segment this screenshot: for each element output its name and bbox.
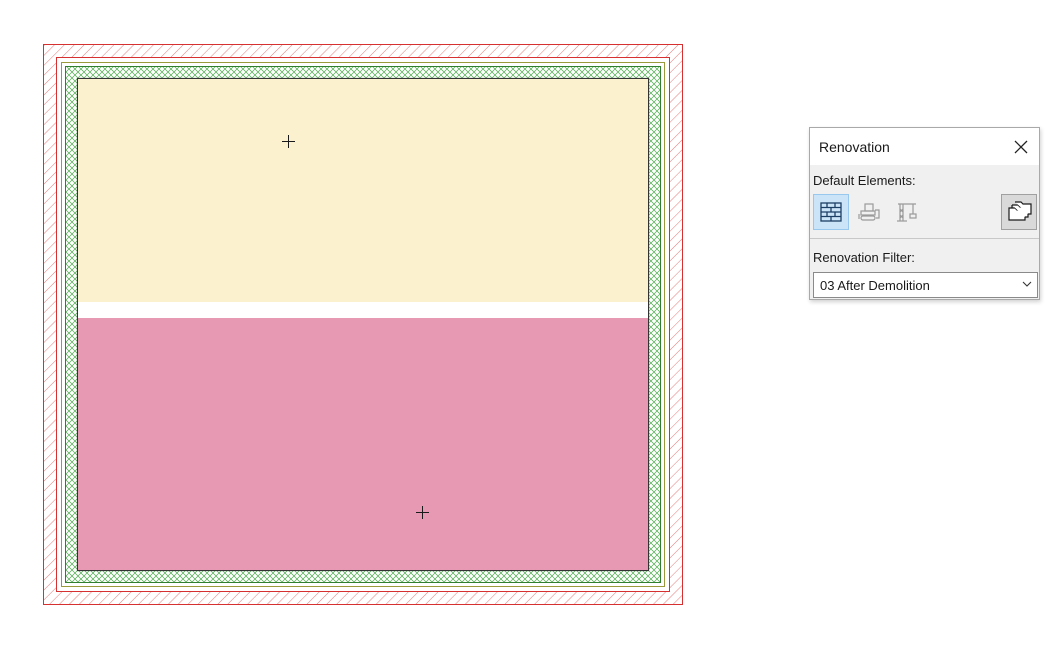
upper-zone[interactable] (78, 79, 648, 302)
brick-wall-icon (820, 202, 842, 222)
zone-separator (78, 302, 648, 318)
renovation-settings-icon (1008, 201, 1032, 221)
renovation-settings-button[interactable] (1001, 194, 1037, 230)
default-elements-label: Default Elements: (813, 173, 916, 188)
new-status-button[interactable] (888, 194, 924, 230)
close-button[interactable] (1011, 137, 1031, 157)
existing-status-button[interactable] (813, 194, 849, 230)
close-icon (1014, 140, 1028, 154)
renovation-filter-select[interactable]: 03 After Demolition (813, 272, 1038, 298)
lower-zone[interactable] (78, 318, 648, 570)
renovation-palette: Renovation Default Elements: Renovation … (809, 127, 1040, 300)
palette-title: Renovation (819, 139, 890, 155)
renovation-filter-label: Renovation Filter: (813, 250, 915, 265)
floor-plan-canvas[interactable] (0, 0, 1058, 663)
demolish-status-button[interactable] (851, 194, 887, 230)
palette-header[interactable]: Renovation (810, 128, 1039, 165)
renovation-filter-value: 03 After Demolition (820, 278, 930, 293)
chevron-down-icon (1022, 281, 1032, 287)
palette-divider (810, 238, 1039, 239)
crane-icon (897, 203, 917, 222)
bulldozer-icon (858, 203, 880, 221)
